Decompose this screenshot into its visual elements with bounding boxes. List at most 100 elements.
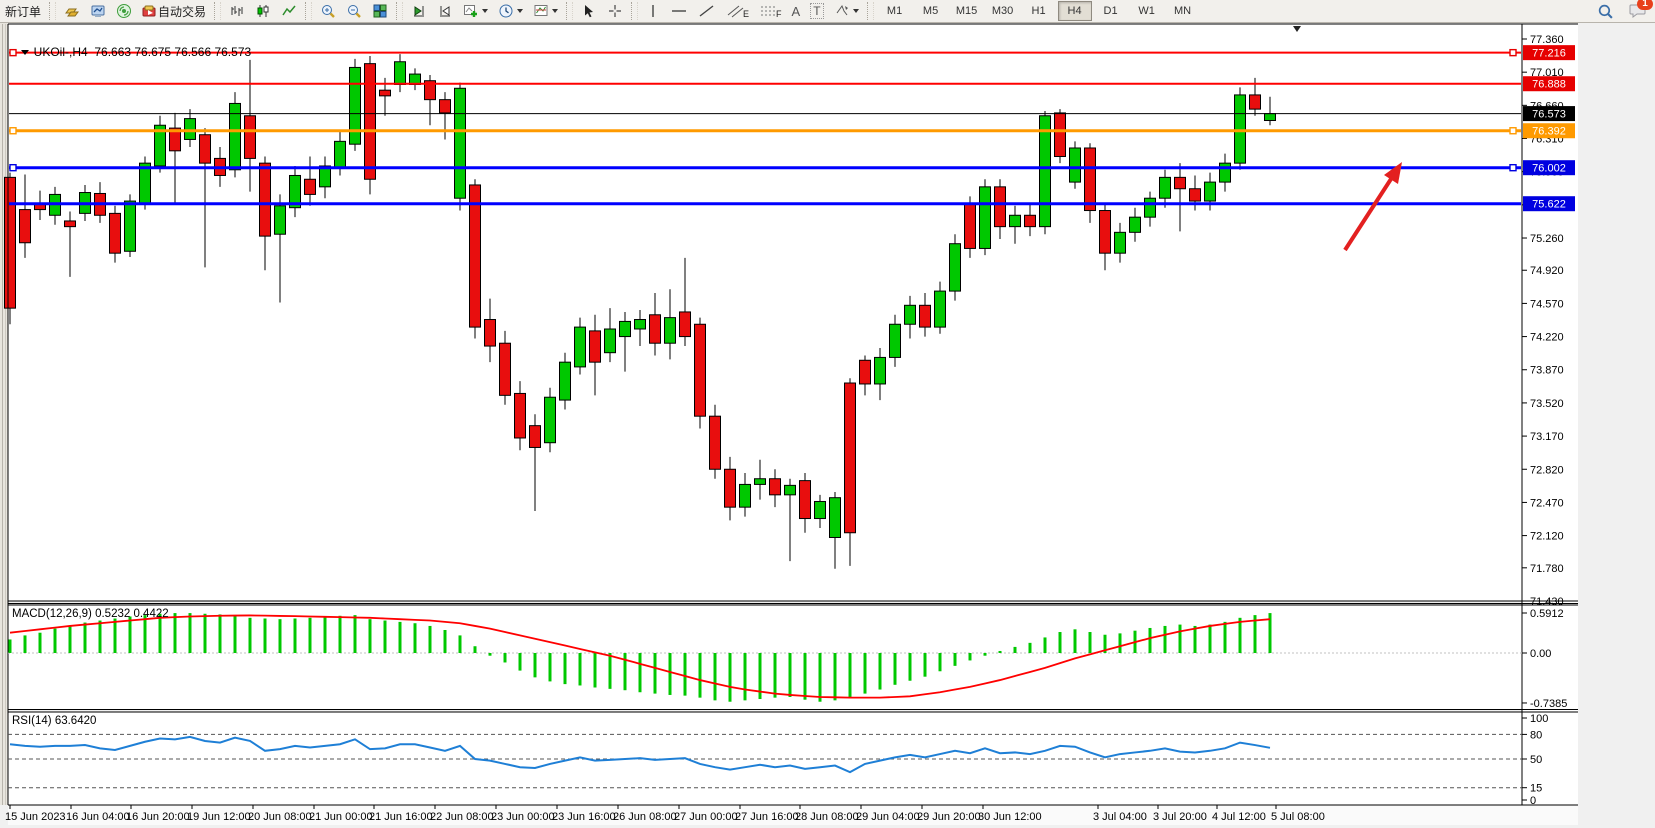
price-badge-77_216: 77.216 — [1523, 45, 1575, 60]
symbol-list-icon[interactable] — [21, 50, 29, 55]
badge-label: 76.888 — [1532, 79, 1566, 91]
price-tick-label: 72.820 — [1530, 464, 1564, 476]
zoom-in-button[interactable] — [316, 1, 340, 21]
timeframe-button-m5[interactable]: M5 — [914, 1, 948, 21]
timeframe-button-m30[interactable]: M30 — [986, 1, 1020, 21]
toolbar-separator — [305, 2, 312, 20]
label-tool-button[interactable]: T — [806, 1, 827, 21]
candle — [950, 234, 961, 300]
time-tick-label: 28 Jun 08:00 — [795, 811, 859, 823]
search-button[interactable] — [1593, 1, 1618, 21]
line-handle[interactable] — [1510, 50, 1516, 56]
candle-body — [470, 185, 481, 327]
left-edge-strip — [0, 22, 8, 805]
candle-body — [185, 119, 196, 140]
time-tick-label: 26 Jun 08:00 — [613, 811, 677, 823]
market-watch-button[interactable] — [60, 1, 84, 21]
candle — [455, 83, 466, 211]
auto-trading-button[interactable]: 自动交易 — [138, 1, 210, 21]
candle-body — [935, 291, 946, 327]
chart-canvas[interactable]: 77.36077.01076.66076.31075.96075.61075.2… — [0, 0, 1655, 828]
line-handle[interactable] — [10, 165, 16, 171]
channel-tool-button[interactable]: E — [722, 1, 753, 21]
text-tool-button[interactable]: A — [788, 1, 805, 21]
time-tick-label: 3 Jul 20:00 — [1153, 811, 1207, 823]
signal-icon — [116, 3, 132, 19]
candle-body — [1010, 215, 1021, 226]
candle-body — [740, 484, 751, 507]
crosshair-tool-button[interactable] — [603, 1, 627, 21]
macd-axis-label: -0.7385 — [1530, 698, 1567, 710]
bar-chart-button[interactable] — [225, 1, 249, 21]
candle-body — [335, 141, 346, 168]
price-tick-label: 77.360 — [1530, 34, 1564, 46]
timeframe-button-w1[interactable]: W1 — [1130, 1, 1164, 21]
candle-body — [260, 163, 271, 236]
shapes-tool-button[interactable] — [830, 1, 863, 21]
tile-windows-button[interactable] — [368, 1, 392, 21]
shift-end-icon — [411, 3, 427, 19]
line-handle[interactable] — [1510, 128, 1516, 134]
candle-body — [125, 201, 136, 251]
timeframe-button-m1[interactable]: M1 — [878, 1, 912, 21]
new-order-button[interactable]: 新订单 — [1, 1, 45, 21]
candle — [545, 388, 556, 452]
candle — [230, 92, 241, 177]
price-badge-76_573: 76.573 — [1523, 106, 1575, 121]
chat-button[interactable]: 1 — [1629, 2, 1647, 21]
price-tick-label: 73.520 — [1530, 398, 1564, 410]
time-tick-label: 21 Jun 00:00 — [309, 811, 373, 823]
zoom-out-button[interactable] — [342, 1, 366, 21]
candle-body — [350, 67, 361, 144]
trendline-tool-button[interactable] — [694, 1, 720, 21]
chevron-down-icon — [517, 9, 523, 13]
candle — [140, 157, 151, 210]
candle-body — [950, 244, 961, 291]
period-button[interactable] — [494, 1, 527, 21]
candle-chart-button[interactable] — [251, 1, 275, 21]
candle-body — [680, 312, 691, 337]
candle-body — [1070, 148, 1081, 182]
candle-body — [500, 343, 511, 395]
candle — [1235, 87, 1246, 169]
signal-button[interactable] — [112, 1, 136, 21]
candle-body — [650, 315, 661, 343]
line-handle[interactable] — [1510, 165, 1516, 171]
cursor-tool-button[interactable] — [577, 1, 601, 21]
chart-shift-button[interactable] — [433, 1, 457, 21]
terminal-button[interactable] — [86, 1, 110, 21]
candle-body — [1085, 148, 1096, 211]
candle-body — [785, 485, 796, 494]
timeframe-button-m15[interactable]: M15 — [950, 1, 984, 21]
timeframe-button-d1[interactable]: D1 — [1094, 1, 1128, 21]
label-icon: T — [810, 3, 823, 19]
candle-body — [440, 100, 451, 113]
time-tick-label: 16 Jun 04:00 — [66, 811, 130, 823]
auto-scroll-button[interactable] — [407, 1, 431, 21]
template-button[interactable] — [529, 1, 562, 21]
candle-body — [845, 383, 856, 533]
line-chart-button[interactable] — [277, 1, 301, 21]
rsi-indicator-label: RSI(14) 63.6420 — [12, 715, 96, 727]
text-icon: A — [792, 4, 801, 19]
line-handle[interactable] — [10, 128, 16, 134]
template-icon — [533, 3, 549, 19]
price-tick-label: 74.570 — [1530, 298, 1564, 310]
rsi-axis-label: 15 — [1530, 783, 1542, 795]
toolbar-separator — [214, 2, 221, 20]
badge-label: 75.622 — [1532, 199, 1566, 211]
candle-body — [1235, 95, 1246, 163]
tile-windows-icon — [372, 3, 388, 19]
timeframe-button-h4[interactable]: H4 — [1058, 1, 1092, 21]
vline-tool-button[interactable] — [642, 1, 664, 21]
candle — [1085, 143, 1096, 223]
timeframe-button-h1[interactable]: H1 — [1022, 1, 1056, 21]
hline-tool-button[interactable] — [666, 1, 692, 21]
channel-glyph: E — [743, 9, 749, 19]
chevron-down-icon — [552, 9, 558, 13]
toolbar-separator — [49, 2, 56, 20]
timeframe-button-mn[interactable]: MN — [1166, 1, 1200, 21]
fibonacci-tool-button[interactable]: F — [755, 1, 786, 21]
add-indicator-button[interactable] — [459, 1, 492, 21]
price-tick-label: 74.220 — [1530, 332, 1564, 344]
